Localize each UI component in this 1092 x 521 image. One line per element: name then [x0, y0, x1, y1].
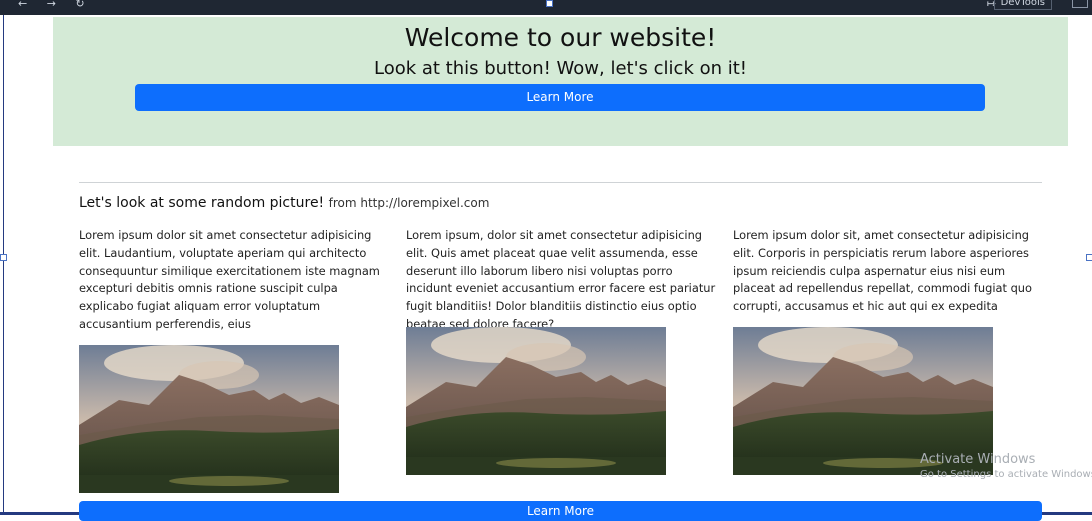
- resize-handle-right[interactable]: [1086, 254, 1092, 261]
- watermark-subtitle: Go to Settings to activate Windows.: [920, 469, 1092, 480]
- content-column-3: Lorem ipsum dolor sit, amet consectetur …: [733, 227, 1043, 316]
- section-source: from http://lorempixel.com: [328, 196, 490, 210]
- learn-more-button[interactable]: Learn More: [135, 84, 985, 111]
- column-text: Lorem ipsum, dolor sit amet consectetur …: [406, 228, 716, 331]
- devtools-button[interactable]: DevTools: [993, 0, 1052, 10]
- navigation-icons[interactable]: ← → ↻: [18, 0, 93, 10]
- content-column-2: Lorem ipsum, dolor sit amet consectetur …: [406, 227, 716, 334]
- watermark-title: Activate Windows: [920, 452, 1036, 467]
- selection-frame-left: [3, 15, 4, 513]
- mountain-landscape-image: [406, 327, 666, 475]
- resize-handle-left[interactable]: [0, 254, 7, 261]
- window-icon[interactable]: [1072, 0, 1088, 8]
- section-divider: [79, 182, 1042, 183]
- column-text: Lorem ipsum dolor sit amet consectetur a…: [79, 228, 380, 331]
- hero-title: Welcome to our website!: [404, 23, 717, 52]
- activation-watermark: Activate Windows Go to Settings to activ…: [920, 452, 1092, 480]
- learn-more-button-bottom[interactable]: Learn More: [79, 501, 1042, 521]
- column-text: Lorem ipsum dolor sit, amet consectetur …: [733, 228, 1032, 314]
- resize-handle-top[interactable]: [546, 0, 553, 7]
- hero-subtitle: Look at this button! Wow, let's click on…: [373, 58, 748, 79]
- section-heading: Let's look at some random picture! from …: [79, 195, 489, 211]
- section-title: Let's look at some random picture!: [79, 195, 325, 211]
- content-column-1: Lorem ipsum dolor sit amet consectetur a…: [79, 227, 389, 334]
- mountain-landscape-image: [79, 345, 339, 493]
- hero-banner: Welcome to our website! Look at this but…: [53, 17, 1068, 146]
